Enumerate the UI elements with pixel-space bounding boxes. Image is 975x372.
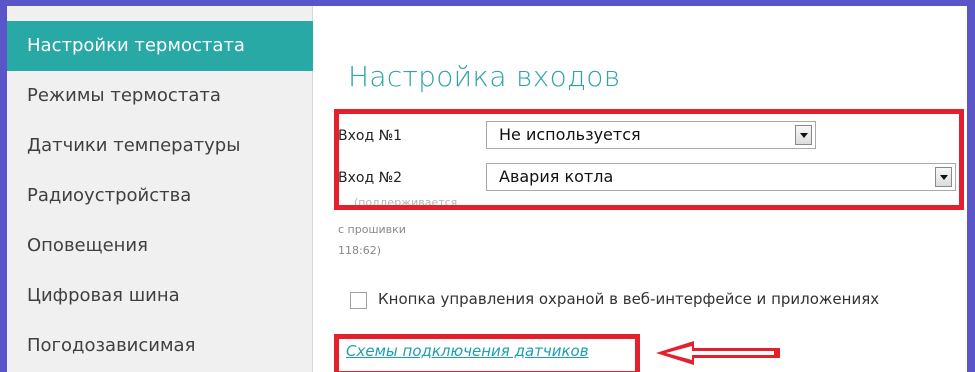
- sidebar: Настройки термостата Режимы термостата Д…: [7, 6, 313, 372]
- firmware-hint-line3: 118:62): [338, 244, 381, 257]
- sidebar-item-weather-dependent[interactable]: Погодозависимая: [7, 321, 313, 371]
- app-window: Настройки термостата Режимы термостата Д…: [7, 6, 967, 372]
- security-button-checkbox[interactable]: [350, 292, 367, 309]
- sidebar-item-thermostat-modes[interactable]: Режимы термостата: [7, 71, 313, 121]
- sidebar-item-notifications[interactable]: Оповещения: [7, 221, 313, 271]
- page-title: Настройка входов: [348, 60, 621, 93]
- link-highlight-box: [334, 334, 640, 372]
- firmware-hint-line2: с прошивки: [338, 223, 406, 236]
- sidebar-item-radio-devices[interactable]: Радиоустройства: [7, 171, 313, 221]
- sidebar-item-thermostat-settings[interactable]: Настройки термостата: [7, 21, 313, 71]
- sidebar-item-digital-bus[interactable]: Цифровая шина: [7, 271, 313, 321]
- security-button-checkbox-label[interactable]: Кнопка управления охраной в веб-интерфей…: [378, 290, 879, 308]
- left-arrow-icon: [656, 341, 780, 365]
- inputs-highlight-box: [334, 109, 964, 210]
- main-content: Настройка входов (поддерживается Вход №1…: [314, 6, 967, 372]
- sidebar-item-temperature-sensors[interactable]: Датчики температуры: [7, 121, 313, 171]
